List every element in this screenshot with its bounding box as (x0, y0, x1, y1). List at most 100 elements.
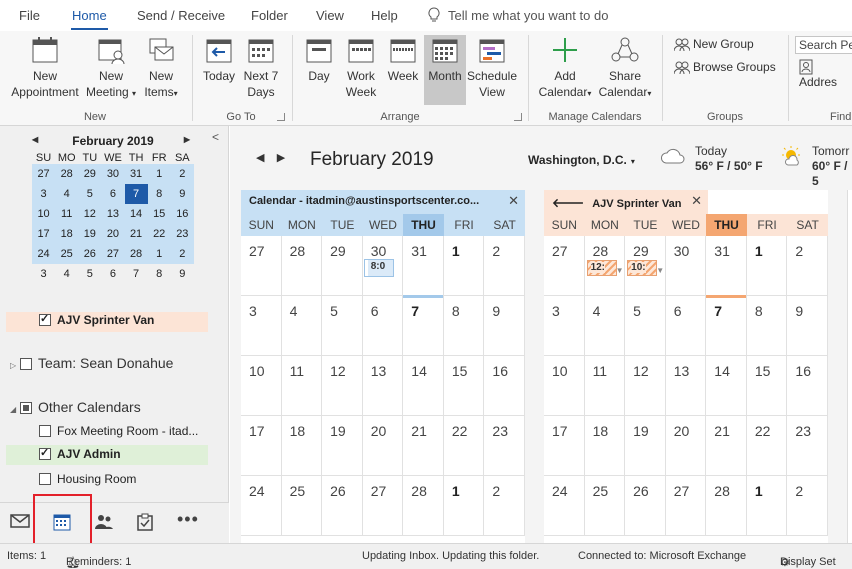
share-calendar-button[interactable]: Share Calendar▾ (596, 35, 654, 105)
mini-day[interactable]: 6 (101, 184, 125, 204)
day-cell[interactable]: 30 (665, 236, 707, 296)
previous-month-icon[interactable]: ◀ (256, 152, 264, 164)
mail-icon[interactable] (10, 513, 30, 529)
day-cell[interactable]: 2 (484, 476, 525, 536)
today-button[interactable]: Today (200, 35, 238, 105)
day-cell[interactable]: 13 (665, 356, 707, 416)
overflow-arrow-icon[interactable]: ▼ (616, 266, 624, 275)
checkbox[interactable] (39, 312, 51, 326)
day-cell[interactable]: 17 (241, 416, 282, 476)
mini-day[interactable]: 6 (101, 264, 124, 284)
mini-day[interactable]: 9 (170, 184, 194, 204)
next-month-icon[interactable]: ▶ (277, 152, 285, 164)
overflow-arrow-icon[interactable]: ▼ (656, 266, 664, 275)
day-cell[interactable]: 4 (584, 296, 626, 356)
mini-day[interactable]: 20 (101, 224, 125, 244)
folder-ajv-sprinter-van[interactable]: AJV Sprinter Van (39, 312, 154, 327)
month-view-button[interactable]: Month (424, 35, 466, 105)
day-cell[interactable]: 28 (403, 476, 444, 536)
dialog-launcher-icon[interactable] (277, 113, 285, 121)
expand-arrow-icon[interactable]: ▷ (10, 361, 20, 370)
day-cell[interactable]: 11 (281, 356, 323, 416)
day-cell[interactable]: 27 (241, 236, 282, 296)
day-cell[interactable]: 7 (403, 295, 444, 356)
arrow-left-icon[interactable]: 🡐 (552, 196, 584, 210)
week-view-button[interactable]: Week (384, 35, 422, 105)
day-cell[interactable]: 16 (787, 356, 828, 416)
day-cell[interactable]: 2 (787, 476, 828, 536)
next-7-days-button[interactable]: Next 7 Days (240, 35, 282, 105)
tab-send-receive[interactable]: Send / Receive (137, 8, 225, 23)
day-cell[interactable]: 14 (706, 356, 747, 416)
dialog-launcher-icon[interactable] (514, 113, 522, 121)
address-book-button[interactable]: Addres (799, 59, 852, 89)
day-cell[interactable]: 18 (281, 416, 323, 476)
day-cell[interactable]: 17 (544, 416, 585, 476)
day-cell[interactable]: 1 (746, 236, 788, 296)
day-cell[interactable]: 31 (403, 236, 444, 296)
mini-day[interactable]: 4 (55, 184, 79, 204)
mini-day[interactable]: 5 (78, 184, 102, 204)
day-cell[interactable]: 7 (706, 295, 747, 356)
mini-day[interactable]: 28 (55, 164, 79, 184)
browse-groups-button[interactable]: Browse Groups (673, 60, 776, 75)
collapse-pane-icon[interactable]: < (212, 130, 219, 144)
mini-day[interactable]: 16 (170, 204, 194, 224)
day-cell[interactable]: 3 (241, 296, 282, 356)
people-icon[interactable] (94, 513, 114, 531)
day-cell[interactable]: 8 (443, 296, 485, 356)
tab-folder[interactable]: Folder (251, 8, 288, 23)
day-cell[interactable]: 8 (746, 296, 788, 356)
folder-fox-meeting-room[interactable]: Fox Meeting Room - itad... (39, 424, 198, 438)
new-meeting-button[interactable]: New Meeting ▾ (84, 35, 138, 105)
mini-day[interactable]: 8 (147, 184, 171, 204)
day-cell[interactable]: 19 (322, 416, 363, 476)
tab-home[interactable]: Home (71, 8, 108, 30)
mini-day[interactable]: 17 (32, 224, 56, 244)
day-cell[interactable]: 24 (544, 476, 585, 536)
mini-day[interactable]: 27 (32, 164, 56, 184)
day-cell[interactable]: 21 (706, 416, 747, 476)
day-cell[interactable]: 27 (362, 476, 404, 536)
more-icon[interactable]: ••• (177, 509, 199, 530)
mini-day[interactable]: 1 (147, 244, 171, 264)
new-items-button[interactable]: New Items▾ (140, 35, 182, 105)
tab-help[interactable]: Help (371, 8, 398, 23)
new-group-button[interactable]: New Group (673, 37, 754, 52)
day-cell[interactable]: 1 (443, 236, 485, 296)
mini-day[interactable]: 15 (147, 204, 171, 224)
mini-day[interactable]: 8 (148, 264, 171, 284)
day-cell[interactable]: 22 (746, 416, 788, 476)
mini-day[interactable]: 29 (78, 164, 102, 184)
day-cell[interactable]: 11 (584, 356, 626, 416)
day-cell[interactable]: 12 (322, 356, 363, 416)
mini-day[interactable]: 4 (55, 264, 78, 284)
mini-day[interactable]: 31 (124, 164, 148, 184)
checkbox[interactable] (20, 402, 32, 414)
day-cell[interactable]: 29 (322, 236, 363, 296)
appointment[interactable]: 10: ▼ (627, 260, 664, 276)
day-cell[interactable]: 3 (544, 296, 585, 356)
day-cell[interactable]: 22 (443, 416, 485, 476)
day-cell[interactable]: 25 (584, 476, 626, 536)
folder-housing-room[interactable]: Housing Room (39, 472, 136, 486)
day-cell[interactable]: 15 (746, 356, 788, 416)
mini-day[interactable]: 22 (147, 224, 171, 244)
day-cell[interactable]: 19 (625, 416, 666, 476)
day-cell[interactable]: 26 (322, 476, 363, 536)
day-cell[interactable]: 6 (665, 296, 707, 356)
mini-day[interactable]: 18 (55, 224, 79, 244)
add-calendar-button[interactable]: Add Calendar▾ (535, 35, 595, 105)
mini-day[interactable]: 14 (124, 204, 148, 224)
collapse-arrow-icon[interactable]: ◢ (10, 405, 20, 414)
mini-day[interactable]: 3 (32, 184, 56, 204)
mini-day[interactable]: 11 (55, 204, 79, 224)
calendar-tab-itadmin[interactable]: Calendar - itadmin@austinsportscenter.co… (241, 190, 525, 214)
next-month-icon[interactable]: ▶ (184, 135, 190, 144)
day-cell[interactable]: 20 (665, 416, 707, 476)
mini-day[interactable]: 27 (101, 244, 125, 264)
close-icon[interactable]: ✕ (691, 193, 702, 209)
work-week-view-button[interactable]: Work Week (340, 35, 382, 105)
new-appointment-button[interactable]: New Appointment (8, 35, 82, 105)
mini-day[interactable]: 28 (124, 244, 148, 264)
